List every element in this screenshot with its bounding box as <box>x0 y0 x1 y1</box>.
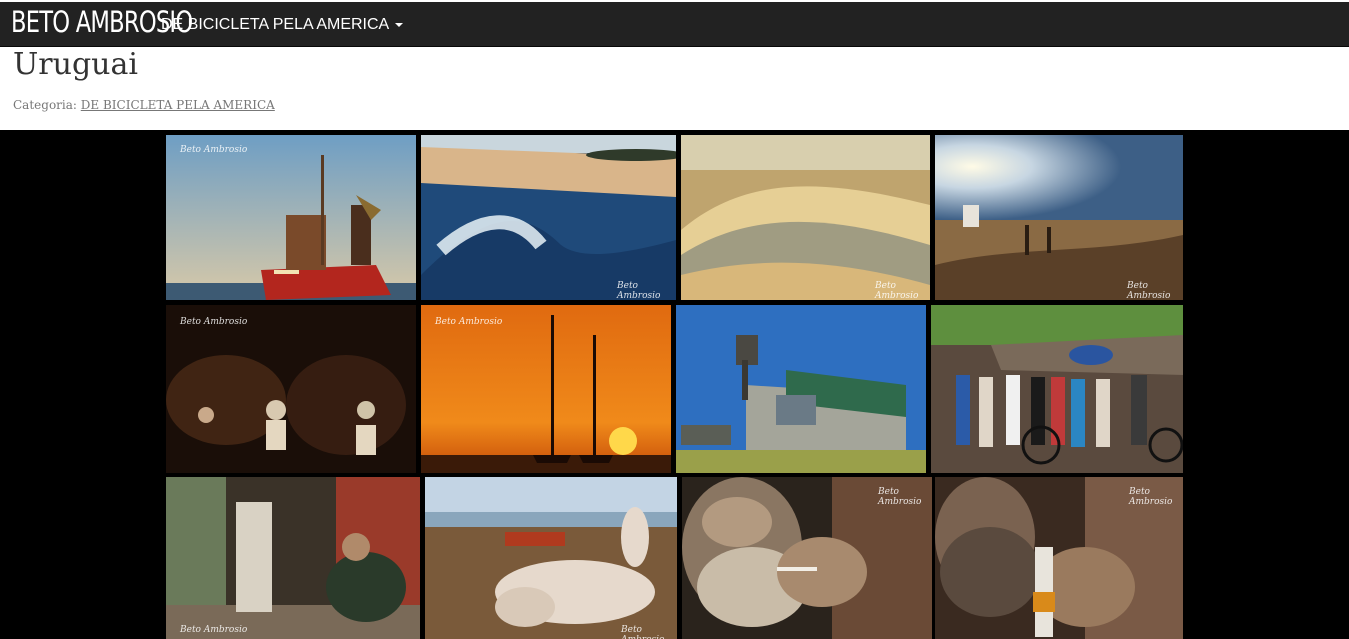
photo-thumbnail-cyclists[interactable] <box>931 305 1183 473</box>
page-header: Uruguai Categoria: DE BICICLETA PELA AME… <box>0 47 1349 130</box>
page-title: Uruguai <box>13 47 138 82</box>
photo-gallery: Beto Ambrosio Beto Ambrosio Beto Ambrosi… <box>0 130 1349 639</box>
watermark: Beto Ambrosio <box>180 145 248 155</box>
watermark: Beto Ambrosio <box>180 317 248 327</box>
photo-thumbnail-beach[interactable]: Beto Ambrosio <box>935 135 1183 300</box>
photo-thumbnail-wave[interactable]: Beto Ambrosio <box>421 135 676 300</box>
photo-thumbnail-old-man-smoking[interactable]: Beto Ambrosio <box>682 477 932 639</box>
photo-thumbnail-hostel[interactable] <box>676 305 926 473</box>
category-line: Categoria: DE BICICLETA PELA AMERICA <box>13 98 275 112</box>
photo-thumbnail-drummers[interactable]: Beto Ambrosio <box>166 305 416 473</box>
photo-thumbnail-boat[interactable]: Beto Ambrosio <box>166 135 416 300</box>
watermark: Beto Ambrosio <box>1129 487 1173 507</box>
watermark: Beto Ambrosio <box>435 317 503 327</box>
watermark: Beto Ambrosio <box>875 281 919 300</box>
navbar: BETO AMBROSIO DE BICICLETA PELA AMERICA <box>0 0 1349 47</box>
nav-dropdown-menu[interactable]: DE BICICLETA PELA AMERICA <box>161 16 404 34</box>
photo-thumbnail-sailboats[interactable]: Beto Ambrosio <box>421 305 671 473</box>
photo-thumbnail-dog[interactable]: Beto Ambrosio <box>425 477 677 639</box>
caret-down-icon <box>395 22 404 27</box>
watermark: Beto Ambrosio <box>180 625 248 635</box>
category-prefix: Categoria: <box>13 98 77 112</box>
watermark: Beto Ambrosio <box>1127 281 1171 300</box>
category-link[interactable]: DE BICICLETA PELA AMERICA <box>81 98 275 112</box>
watermark: Beto Ambrosio <box>878 487 922 507</box>
photo-thumbnail-man-chair[interactable]: Beto Ambrosio <box>166 477 420 639</box>
watermark: Beto Ambrosio <box>617 281 661 300</box>
photo-thumbnail-old-man-bottle[interactable]: Beto Ambrosio <box>935 477 1183 639</box>
watermark: Beto Ambrosio <box>621 625 664 639</box>
photo-thumbnail-dunes[interactable]: Beto Ambrosio <box>681 135 930 300</box>
nav-dropdown-label: DE BICICLETA PELA AMERICA <box>161 16 390 33</box>
